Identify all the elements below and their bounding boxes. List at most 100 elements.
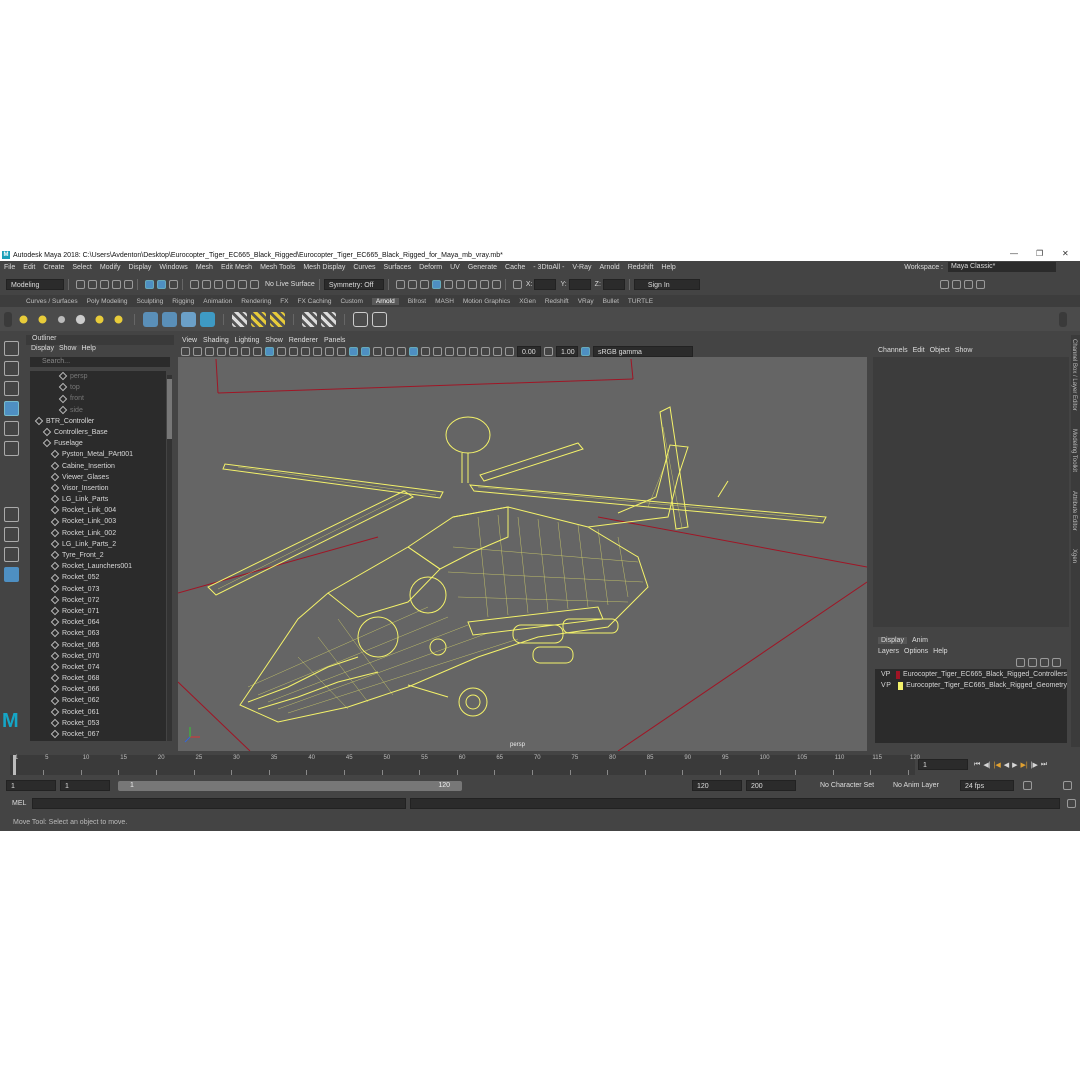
layer-tab-anim[interactable]: Anim	[912, 637, 928, 644]
snap-point-icon[interactable]	[214, 279, 223, 289]
play-backwards-icon[interactable]: ◀	[1004, 761, 1009, 769]
shelf-tab-rigging[interactable]: Rigging	[172, 298, 194, 305]
outliner-item[interactable]: Rocket_074	[30, 662, 166, 673]
texture-tx-icon[interactable]	[232, 311, 247, 327]
shelf-tab-arnold[interactable]: Arnold	[371, 297, 399, 305]
shelf-tab-poly-modeling[interactable]: Poly Modeling	[87, 298, 128, 305]
photometric-light-icon[interactable]	[54, 311, 69, 327]
outliner-item[interactable]: Rocket_071	[30, 606, 166, 617]
outliner-menu-display[interactable]: Display	[31, 345, 54, 356]
four-view-icon[interactable]	[4, 527, 19, 542]
xray-icon[interactable]	[409, 346, 418, 356]
play-sequence-icon[interactable]	[372, 311, 387, 327]
viewport-menu-panels[interactable]: Panels	[324, 337, 345, 344]
pause-icon[interactable]	[491, 279, 501, 289]
menu-file[interactable]: File	[4, 264, 15, 271]
shelf-tab-bullet[interactable]: Bullet	[603, 298, 619, 305]
vray-render-icon[interactable]	[455, 279, 465, 289]
menu-modify[interactable]: Modify	[100, 264, 121, 271]
menu-mesh-display[interactable]: Mesh Display	[303, 264, 345, 271]
animation-start-field[interactable]: 1	[6, 780, 56, 791]
gamma-icon[interactable]	[544, 346, 553, 356]
outliner-item[interactable]: Rocket_070	[30, 651, 166, 662]
render-frame-icon[interactable]	[395, 279, 405, 289]
flush-caches-icon[interactable]	[181, 311, 196, 327]
outliner-item[interactable]: top	[30, 382, 166, 393]
baking-icon[interactable]	[321, 311, 336, 327]
go-to-end-icon[interactable]: ⏭	[1041, 761, 1047, 769]
ambient-occlusion-icon[interactable]	[445, 346, 454, 356]
command-input[interactable]	[32, 798, 406, 809]
make-live-icon[interactable]	[250, 279, 259, 289]
menu-help[interactable]: Help	[661, 264, 675, 271]
playback-start-field[interactable]: 1	[60, 780, 110, 791]
viewport-persp[interactable]: persp	[178, 357, 867, 751]
wireframe-on-shaded-icon[interactable]	[361, 346, 370, 356]
xray-components-icon[interactable]	[433, 346, 442, 356]
layer-color-swatch[interactable]	[896, 670, 901, 679]
smooth-shade-icon[interactable]	[349, 346, 358, 356]
toggle-channel-box-icon[interactable]	[975, 279, 985, 289]
channel-box-menu-channels[interactable]: Channels	[878, 347, 908, 354]
toggle-panels-icon[interactable]	[951, 279, 961, 289]
select-camera-icon[interactable]	[181, 346, 190, 356]
save-scene-icon[interactable]	[100, 279, 109, 289]
isolate-select-icon[interactable]	[493, 346, 502, 356]
outliner-item[interactable]: Rocket_064	[30, 617, 166, 628]
auto-key-icon[interactable]	[1023, 781, 1032, 790]
menu-redshift[interactable]: Redshift	[628, 264, 654, 271]
outliner-menu-show[interactable]: Show	[59, 345, 77, 356]
menu-create[interactable]: Create	[43, 264, 64, 271]
channel-box-menu-show[interactable]: Show	[955, 347, 973, 354]
step-back-icon[interactable]: ◀|	[983, 761, 990, 769]
outliner-item[interactable]: LG_Link_Parts	[30, 494, 166, 505]
outliner-item[interactable]: Visor_Insertion	[30, 483, 166, 494]
volume-icon[interactable]	[162, 311, 177, 327]
snap-surface-icon[interactable]	[238, 279, 247, 289]
menu-curves[interactable]: Curves	[353, 264, 375, 271]
shelf-tab-motion-graphics[interactable]: Motion Graphics	[463, 298, 510, 305]
outliner-item[interactable]: Rocket_073	[30, 584, 166, 595]
paint-select-tool-icon[interactable]	[4, 381, 19, 396]
shelf-tab-curves-surfaces[interactable]: Curves / Surfaces	[26, 298, 78, 305]
menu-display[interactable]: Display	[128, 264, 151, 271]
hypershade-icon[interactable]	[431, 279, 441, 289]
go-to-start-icon[interactable]: ⏮	[974, 761, 980, 769]
scrollbar-thumb[interactable]	[167, 379, 172, 439]
menu-select[interactable]: Select	[72, 264, 91, 271]
vray-ipr-icon[interactable]	[467, 279, 477, 289]
step-back-key-icon[interactable]: |◀	[994, 761, 1001, 769]
layer-menu-options[interactable]: Options	[904, 648, 928, 655]
outliner-item[interactable]: Rocket_065	[30, 640, 166, 651]
ipr-render-icon[interactable]	[407, 279, 417, 289]
light-portal-icon[interactable]	[111, 311, 126, 327]
outliner-search-input[interactable]: Search...	[30, 357, 170, 367]
area-light-icon[interactable]	[16, 311, 31, 327]
outliner-item[interactable]: Rocket_072	[30, 595, 166, 606]
menu-mesh-tools[interactable]: Mesh Tools	[260, 264, 295, 271]
x-field[interactable]	[534, 278, 557, 290]
outliner-item[interactable]: LG_Link_Parts_2	[30, 539, 166, 550]
checker-icon[interactable]	[251, 311, 266, 327]
outliner-item[interactable]: front	[30, 393, 166, 404]
lasso-tool-icon[interactable]	[4, 361, 19, 376]
open-scene-icon[interactable]	[88, 279, 97, 289]
view-transform-dropdown[interactable]: sRGB gamma	[593, 345, 693, 357]
character-set-label[interactable]: No Character Set	[820, 782, 874, 789]
bookmark-icon[interactable]	[205, 346, 214, 356]
vray-vfb-icon[interactable]	[479, 279, 489, 289]
animation-end-field[interactable]: 200	[746, 780, 796, 791]
viewport-menu-view[interactable]: View	[182, 337, 197, 344]
outliner-item[interactable]: Rocket_053	[30, 718, 166, 729]
outliner-item[interactable]: Rocket_Launchers001	[30, 561, 166, 572]
resolution-gate-icon[interactable]	[277, 346, 286, 356]
menu-vray[interactable]: V-Ray	[572, 264, 591, 271]
layer-row[interactable]: V P Eurocopter_Tiger_EC665_Black_Rigged_…	[875, 669, 1067, 680]
image-plane-icon[interactable]	[217, 346, 226, 356]
menu-windows[interactable]: Windows	[159, 264, 187, 271]
channel-box-menu-edit[interactable]: Edit	[913, 347, 925, 354]
motion-blur-icon[interactable]	[457, 346, 466, 356]
outliner-item[interactable]: Rocket_061	[30, 707, 166, 718]
script-editor-icon[interactable]	[1067, 799, 1076, 808]
channel-box-menu-object[interactable]: Object	[930, 347, 950, 354]
